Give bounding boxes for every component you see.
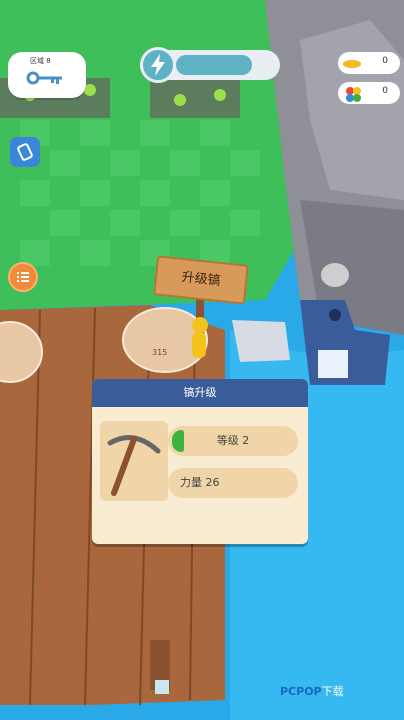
game-scene [0, 0, 404, 720]
gems-icon [346, 87, 361, 102]
gem-counter: 0 [338, 82, 400, 104]
energy-bar [140, 47, 280, 83]
panel-title: 镐升级 [92, 379, 308, 407]
area-badge[interactable]: 区域 8 [8, 52, 86, 98]
menu-button[interactable] [8, 262, 38, 292]
energy-fill [176, 55, 252, 75]
power-stat: 力量 26 [168, 468, 298, 498]
watermark-brand: PCPOP [280, 685, 322, 698]
coin-counter: 0 [338, 52, 400, 74]
gem-value: 0 [382, 86, 388, 96]
list-icon [17, 272, 29, 282]
power-text: 力量 26 [180, 476, 220, 489]
watermark-suffix: 下载 [321, 685, 344, 698]
area-label: 区域 8 [30, 57, 51, 65]
coin-icon [343, 60, 361, 68]
level-stat: 等级 2 [168, 426, 298, 456]
rotate-camera-button[interactable] [10, 137, 40, 167]
key-icon [26, 70, 66, 89]
watermark: PCPOP下载 [280, 683, 344, 699]
pickaxe-icon [100, 421, 168, 501]
coin-cost-tag: 315 [152, 348, 168, 357]
coin-value: 0 [382, 56, 388, 66]
rotate-camera-icon [17, 143, 33, 161]
lightning-icon [140, 47, 176, 83]
pickaxe-upgrade-panel: 镐升级 等级 2 力量 26 [92, 379, 308, 544]
level-text: 等级 2 [216, 434, 250, 447]
player-character [192, 317, 208, 333]
